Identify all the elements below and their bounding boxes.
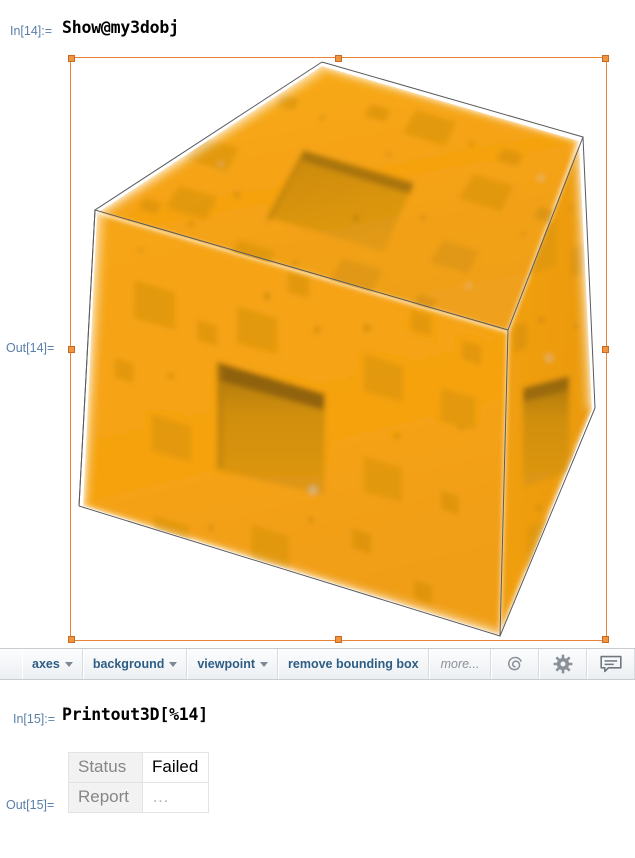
toolbar-button-background[interactable]: background xyxy=(82,649,188,679)
toolbar-button-settings[interactable] xyxy=(539,649,588,679)
toolbar-button-viewpoint[interactable]: viewpoint xyxy=(187,649,279,679)
table-row: Status Failed xyxy=(68,752,209,783)
toolbar-button-more[interactable]: more... xyxy=(428,649,492,679)
resize-handle-bottom-right[interactable] xyxy=(602,636,609,643)
chevron-down-icon xyxy=(64,661,73,667)
out-label-14: Out[14]= xyxy=(6,341,55,355)
comment-bubble-icon xyxy=(600,655,623,673)
chevron-down-icon xyxy=(260,661,269,667)
toolbar-button-axes[interactable]: axes xyxy=(22,649,83,679)
toolbar-button-viewpoint-label: viewpoint xyxy=(197,657,256,671)
resize-handle-top-right[interactable] xyxy=(602,55,609,62)
input-code-15[interactable]: Printout3D[%14] xyxy=(62,705,208,724)
toolbar-button-background-label: background xyxy=(92,657,165,671)
result-value-status: Failed xyxy=(142,752,209,783)
in-label-15: In[15]:= xyxy=(13,712,56,726)
toolbar-button-axes-label: axes xyxy=(32,657,60,671)
gear-icon xyxy=(554,654,573,674)
graphics-toolbar: axes background viewpoint remove boundin… xyxy=(0,648,635,680)
resize-handle-middle-left[interactable] xyxy=(68,345,75,353)
toolbar-left-spacer xyxy=(0,649,22,679)
resize-handle-top-center[interactable] xyxy=(335,55,342,62)
resize-handle-bottom-center[interactable] xyxy=(335,636,342,643)
result-key-status: Status xyxy=(68,752,143,783)
printout3d-result-table: Status Failed Report … xyxy=(68,752,209,813)
input-code-14[interactable]: Show@my3dobj xyxy=(62,18,179,37)
chevron-down-icon xyxy=(169,661,178,667)
wolfram-spikey-curl-icon xyxy=(508,656,523,671)
toolbar-button-wolfram-spikey[interactable] xyxy=(491,649,540,679)
resize-handle-top-left[interactable] xyxy=(68,55,75,62)
graphic-selection-frame[interactable] xyxy=(68,55,609,643)
result-value-report[interactable]: … xyxy=(142,782,209,813)
in-label-14: In[14]:= xyxy=(10,24,53,38)
result-key-report: Report xyxy=(68,782,143,813)
table-row: Report … xyxy=(68,782,209,813)
resize-handle-middle-right[interactable] xyxy=(602,345,609,353)
toolbar-button-more-label: more... xyxy=(440,657,480,671)
resize-handle-bottom-left[interactable] xyxy=(68,636,75,643)
toolbar-button-remove-bounding-box-label: remove bounding box xyxy=(288,657,419,671)
out-label-15: Out[15]= xyxy=(6,798,55,812)
toolbar-button-remove-bounding-box[interactable]: remove bounding box xyxy=(278,649,429,679)
toolbar-button-comment[interactable] xyxy=(587,649,635,679)
